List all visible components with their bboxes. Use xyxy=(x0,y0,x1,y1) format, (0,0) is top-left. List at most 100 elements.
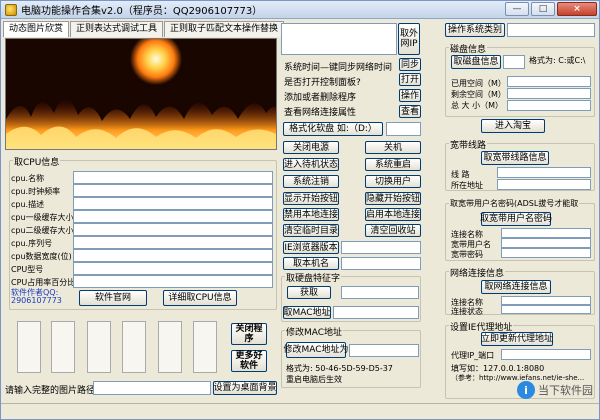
cpu-label-model: CPU型号 xyxy=(11,265,44,274)
tab-regex-replace[interactable]: 正则取子匹配文本操作替换 xyxy=(164,21,285,37)
tab-image-view[interactable]: 动态图片欣赏 xyxy=(3,21,70,37)
used-space-field xyxy=(507,76,591,87)
control-panel-text: 是否打开控制面板? xyxy=(284,78,361,88)
get-disk-info-button[interactable]: 取磁盘信息 xyxy=(451,55,501,69)
clear-temp-button[interactable]: 清空临时目录 xyxy=(283,224,339,237)
image-slot-4[interactable] xyxy=(122,321,146,373)
mac-format-hint: 格式为: 50-46-5D-59-D5-37 xyxy=(286,364,393,373)
cpu-clock-field xyxy=(73,184,273,197)
free-space-field xyxy=(507,88,591,99)
watermark-text: 当下软件园 xyxy=(538,384,593,397)
view-button[interactable]: 查看 xyxy=(399,105,421,118)
conn-name2-field xyxy=(501,296,591,305)
proxy-ip-input[interactable] xyxy=(501,349,591,360)
modify-mac-button[interactable]: 修改MAC地址为 xyxy=(283,342,349,358)
bb-user-field xyxy=(501,238,591,248)
title-bar: 电脑功能操作合集v2.0（程序员：QQ2906107773） — □ × xyxy=(1,1,599,19)
close-button[interactable]: × xyxy=(557,2,597,16)
hostname-field xyxy=(341,257,421,270)
get-mac-button[interactable]: 取MAC地址 xyxy=(283,306,331,319)
cpu-serial-field xyxy=(73,236,273,249)
cpu-group-title: 取CPU信息 xyxy=(13,155,61,168)
switch-user-button[interactable]: 切换用户 xyxy=(365,175,421,188)
tab-regex-debug[interactable]: 正则表达式调试工具 xyxy=(70,21,164,37)
disk-info-title: 磁盘信息 xyxy=(449,42,488,55)
net-conn-title: 网络连接信息 xyxy=(449,266,506,279)
update-proxy-button[interactable]: 立即更新代理地址 xyxy=(481,332,553,346)
hide-start-button[interactable]: 隐藏开始按钮 xyxy=(365,192,421,205)
line-label: 线 路 xyxy=(451,170,470,179)
cpu-l1-field xyxy=(73,210,273,223)
standby-button[interactable]: 进入待机状态 xyxy=(283,158,339,171)
image-path-label: 请输入完整的图片路径 xyxy=(5,386,96,396)
floppy-drive-input[interactable] xyxy=(386,122,421,136)
operate-button[interactable]: 操作 xyxy=(399,89,421,102)
maximize-button[interactable]: □ xyxy=(531,2,555,16)
open-button[interactable]: 打开 xyxy=(399,73,421,86)
net-conn-button[interactable]: 取网络连接信息 xyxy=(481,280,551,294)
image-slot-1[interactable] xyxy=(17,321,41,373)
restart-button[interactable]: 系统重启 xyxy=(365,158,421,171)
cpu-name-field xyxy=(73,171,273,184)
location-label: 所在地址 xyxy=(451,181,483,190)
enable-lan-button[interactable]: 启用本地连接 xyxy=(365,208,421,221)
fetch-external-ip-button[interactable]: 取外网IP xyxy=(398,23,420,55)
cpu-desc-field xyxy=(73,197,273,210)
power-off-button[interactable]: 关闭电源 xyxy=(283,141,339,154)
main-window: 电脑功能操作合集v2.0（程序员：QQ2906107773） — □ × 动态图… xyxy=(0,0,600,420)
conn-status-field xyxy=(501,305,591,314)
shutdown-button[interactable]: 关机 xyxy=(365,141,421,154)
broadband-title: 宽带线路 xyxy=(449,138,488,151)
bb-pass-label: 宽带密码 xyxy=(451,250,483,259)
sync-button[interactable]: 同步 xyxy=(399,58,421,71)
official-site-button[interactable]: 软件官网 xyxy=(79,290,147,306)
format-floppy-button[interactable]: 格式化软盘 如:（D:） xyxy=(283,122,383,136)
get-disk-signature-button[interactable]: 获取 xyxy=(287,286,331,299)
os-type-button[interactable]: 操作系统类别 xyxy=(445,23,505,37)
cpu-usage-field xyxy=(73,275,273,288)
conn-status-label: 连接状态 xyxy=(451,307,483,316)
image-slot-6[interactable] xyxy=(193,321,217,373)
total-space-label: 总 大 小（M） xyxy=(451,101,503,110)
broadband-account-button[interactable]: 取宽带用户名密码 xyxy=(480,212,552,226)
status-bar xyxy=(1,403,599,419)
detailed-cpu-button[interactable]: 详细取CPU信息 xyxy=(163,290,237,306)
image-slot-5[interactable] xyxy=(158,321,182,373)
empty-recycle-button[interactable]: 清空回收站 xyxy=(365,224,421,237)
cpu-label-l1: cpu一级缓存大小 xyxy=(11,213,74,222)
disable-lan-button[interactable]: 禁用本地连接 xyxy=(283,208,339,221)
window-title: 电脑功能操作合集v2.0（程序员：QQ2906107773） xyxy=(21,6,263,17)
more-software-button[interactable]: 更多好软件 xyxy=(231,350,267,372)
close-program-button[interactable]: 关闭程序 xyxy=(231,323,267,345)
broadband-info-button[interactable]: 取宽带线路信息 xyxy=(481,151,549,165)
animated-image xyxy=(5,38,277,150)
watermark: i 当下软件园 xyxy=(517,381,593,399)
set-wallpaper-button[interactable]: 设置为桌面背景 xyxy=(213,381,277,395)
image-path-input[interactable] xyxy=(93,381,211,395)
get-hostname-button[interactable]: 取本机名 xyxy=(283,257,339,270)
ie-version-button[interactable]: IE浏览器版本 xyxy=(283,241,339,254)
watermark-logo: i xyxy=(517,381,535,399)
sync-time-text: 系统时间—键同步网络时间 xyxy=(284,63,393,73)
cpu-label-name: cpu.名称 xyxy=(11,174,45,183)
cpu-width-field xyxy=(73,249,273,262)
tab-bar: 动态图片欣赏 正则表达式调试工具 正则取子匹配文本操作替换 xyxy=(3,21,285,37)
image-slot-2[interactable] xyxy=(51,321,75,373)
drive-input[interactable] xyxy=(503,55,525,69)
logoff-button[interactable]: 系统注销 xyxy=(283,175,339,188)
app-icon xyxy=(5,3,17,16)
minimize-button[interactable]: — xyxy=(505,2,529,16)
proxy-ip-label: 代理IP_端口 xyxy=(451,351,495,360)
taobao-button[interactable]: 进入淘宝 xyxy=(481,119,545,133)
disk-signature-field xyxy=(341,286,419,299)
show-start-button[interactable]: 显示开始按钮 xyxy=(283,192,339,205)
image-slot-3[interactable] xyxy=(87,321,111,373)
cpu-model-field xyxy=(73,262,273,275)
cpu-label-l2: cpu二级缓存大小 xyxy=(11,226,74,235)
network-props-text: 查看网络连接属性 xyxy=(284,108,357,118)
network-text-area: 系统时间—键同步网络时间 是否打开控制面板? 添加或者删除程序 查看网络连接属性 xyxy=(281,58,397,118)
new-mac-input[interactable] xyxy=(349,344,419,357)
mac-modify-title: 修改MAC地址 xyxy=(285,325,344,338)
cpu-label-serial: cpu.序列号 xyxy=(11,239,53,248)
info-textbox[interactable] xyxy=(281,23,397,55)
